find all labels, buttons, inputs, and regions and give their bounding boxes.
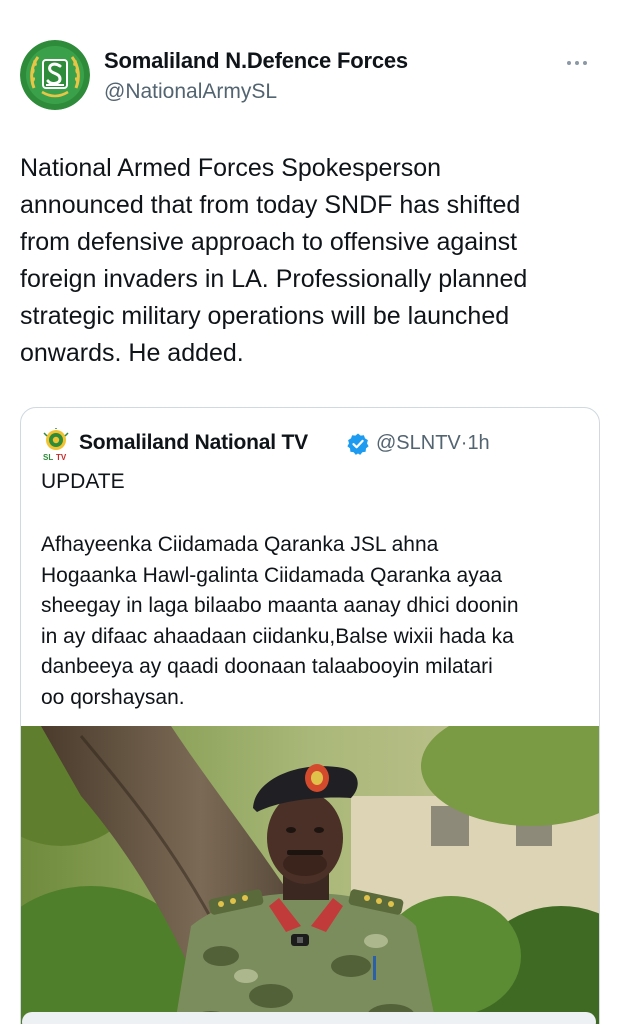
verified-badge-icon	[346, 432, 370, 456]
quoted-tweet-text: Afhayeenka Ciidamada Qaranka JSL ahna Ho…	[41, 530, 591, 713]
author-name[interactable]: Somaliland N.Defence Forces	[104, 48, 408, 74]
tweet-text-line: from defensive approach to offensive aga…	[20, 228, 518, 256]
quoted-update-label: UPDATE	[41, 470, 125, 493]
tweet-text-line: onwards. He added.	[20, 339, 244, 367]
quoted-text-line: danbeeya ay qaadi doonaan talaabooyin mi…	[41, 655, 493, 678]
quoted-text-line: in ay difaac ahaadaan ciidanku,Balse wix…	[41, 624, 514, 648]
tweet-text-line: strategic military operations will be la…	[20, 302, 510, 330]
sndf-emblem-icon	[20, 40, 90, 110]
bottom-reply-bar	[22, 1012, 596, 1024]
quoted-tweet-photo[interactable]	[21, 726, 599, 1024]
author-avatar[interactable]	[20, 40, 90, 110]
quoted-text-line: Hogaanka Hawl-galinta Ciidamada Qaranka …	[41, 563, 503, 587]
more-horizontal-icon[interactable]	[562, 56, 592, 70]
svg-text:TV: TV	[56, 453, 67, 462]
quoted-author-handle[interactable]: @SLNTV	[376, 432, 461, 454]
quoted-tweet-time[interactable]: 1h	[467, 432, 489, 454]
quoted-author-name[interactable]: Somaliland National TV	[79, 431, 308, 455]
quoted-tweet-card[interactable]: SL TV Somaliland National TV @SLNTV·1h U…	[20, 407, 600, 1024]
tweet-text-line: National Armed Forces Spokesperson	[20, 154, 442, 182]
quoted-text-line: sheegay in laga bilaabo maanta aanay dhi…	[41, 594, 519, 617]
svg-text:SL: SL	[43, 453, 53, 462]
tweet-text-line: announced that from today SNDF has shift…	[20, 191, 521, 219]
quoted-text-line: Afhayeenka Ciidamada Qaranka JSL ahna	[41, 533, 439, 556]
tweet-text-line: foreign invaders in LA. Professionally p…	[20, 265, 528, 293]
tweet-header: Somaliland N.Defence Forces @NationalArm…	[20, 40, 600, 112]
quoted-tweet-header: SL TV Somaliland National TV @SLNTV·1h	[41, 427, 581, 462]
quoted-text-line: oo qorshaysan.	[41, 685, 185, 709]
quoted-author-meta: @SLNTV·1h	[376, 432, 490, 455]
tweet-text: National Armed Forces Spokesperson annou…	[20, 150, 600, 372]
author-handle[interactable]: @NationalArmySL	[104, 80, 277, 104]
sltv-logo-icon: SL TV	[41, 427, 71, 462]
